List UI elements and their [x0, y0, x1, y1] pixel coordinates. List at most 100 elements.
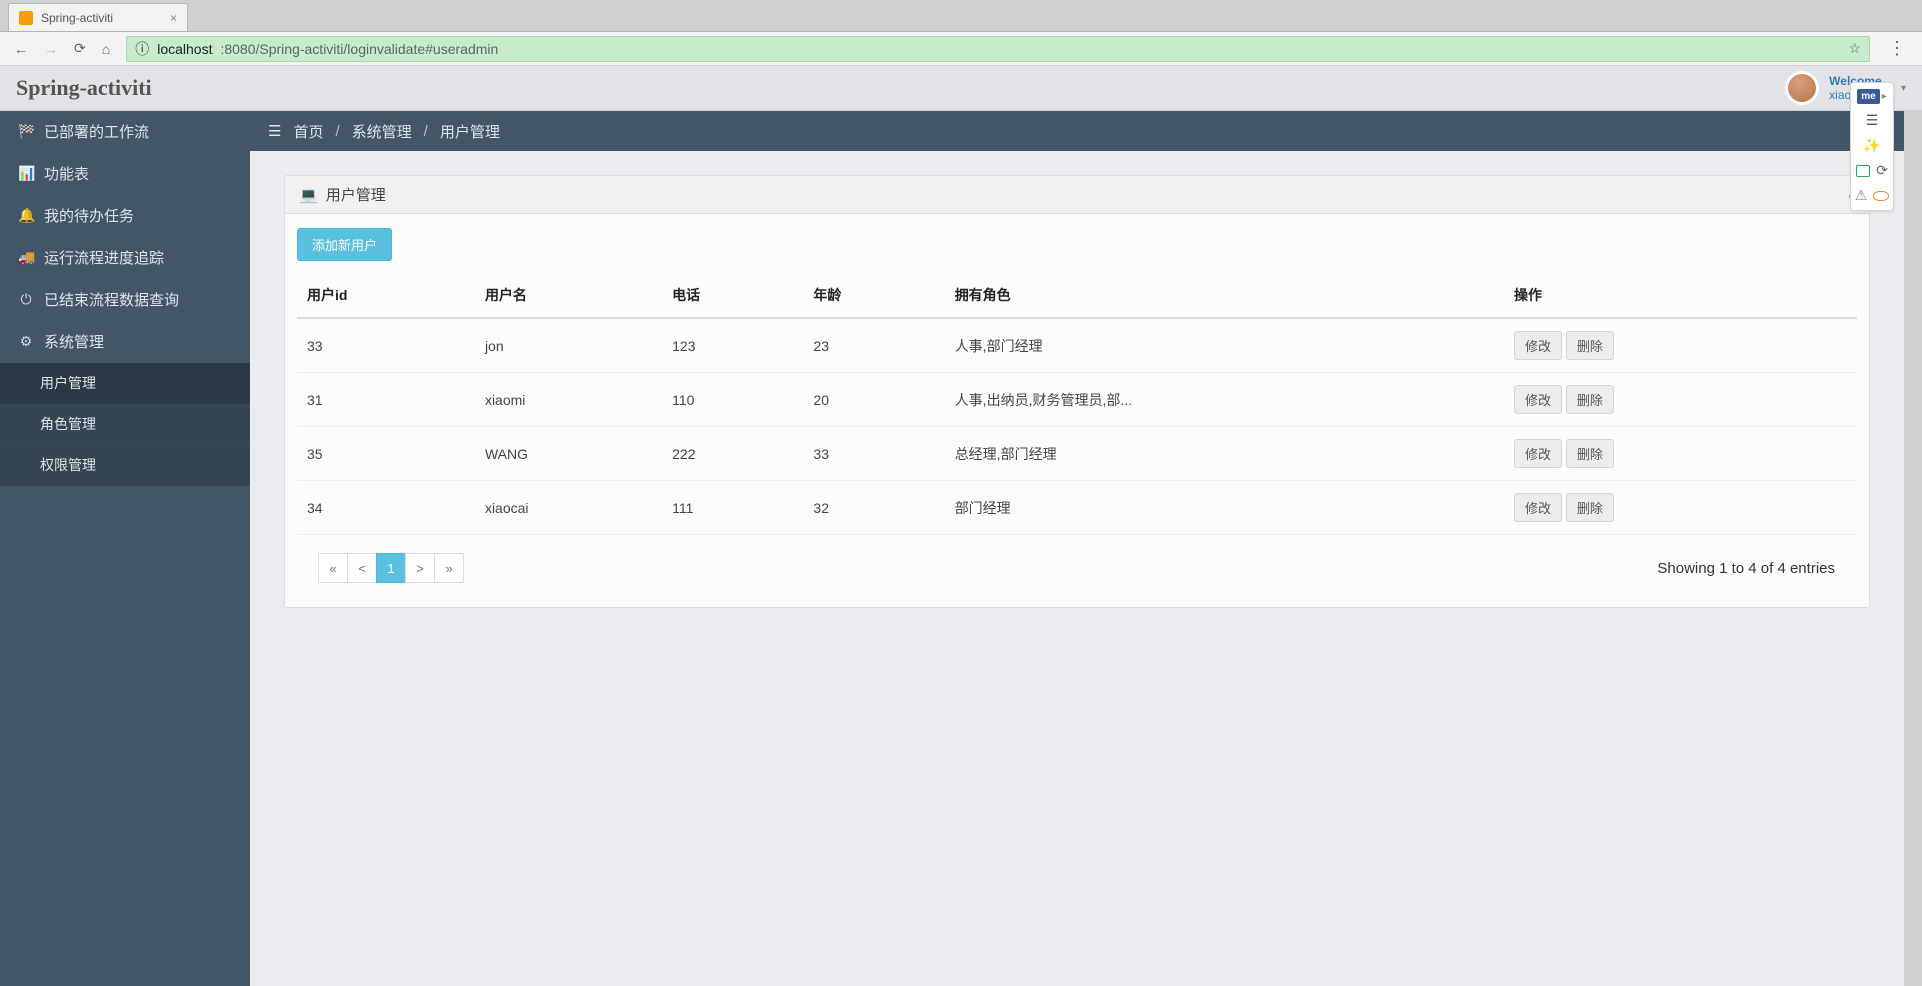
- cast-icon[interactable]: [1856, 165, 1870, 177]
- table-row: 34xiaocai11132部门经理修改 删除: [297, 481, 1857, 535]
- panel-title: 用户管理: [326, 184, 386, 205]
- chevron-right-icon: ▸: [1882, 91, 1887, 102]
- sidebar-item-my-tasks[interactable]: 🔔 我的待办任务: [0, 195, 250, 237]
- url-host: localhost: [157, 41, 212, 57]
- browser-tab[interactable]: Spring-activiti ×: [8, 3, 188, 31]
- nav-forward-icon[interactable]: [44, 41, 58, 57]
- col-header-phone: 电话: [662, 273, 803, 318]
- sidebar-item-deployed-workflows[interactable]: 🏁 已部署的工作流: [0, 111, 250, 153]
- address-bar[interactable]: localhost:8080/Spring-activiti/loginvali…: [126, 36, 1870, 62]
- entries-info: Showing 1 to 4 of 4 entries: [1657, 560, 1847, 577]
- site-info-icon[interactable]: [135, 39, 149, 59]
- col-header-roles: 拥有角色: [945, 273, 1504, 318]
- sidebar-sub-user-admin[interactable]: 用户管理: [0, 363, 250, 404]
- sidebar-sub-role-admin[interactable]: 角色管理: [0, 404, 250, 445]
- nav-back-icon[interactable]: [14, 41, 28, 57]
- cell-id: 35: [297, 427, 475, 481]
- page-first-button[interactable]: «: [318, 553, 348, 583]
- col-header-ops: 操作: [1504, 273, 1857, 318]
- cell-phone: 110: [662, 373, 803, 427]
- cell-roles: 人事,部门经理: [945, 318, 1504, 373]
- cell-id: 34: [297, 481, 475, 535]
- cell-age: 32: [803, 481, 944, 535]
- eye-icon[interactable]: [1873, 191, 1889, 201]
- refresh-icon[interactable]: ⟳: [1876, 162, 1888, 179]
- delete-row-button[interactable]: 删除: [1566, 439, 1614, 468]
- cell-ops: 修改 删除: [1504, 373, 1857, 427]
- breadcrumb-separator: /: [335, 123, 339, 140]
- sidebar-item-label: 系统管理: [44, 331, 104, 352]
- app-brand: Spring-activiti: [16, 75, 152, 101]
- breadcrumb-current: 用户管理: [440, 121, 500, 142]
- delete-row-button[interactable]: 删除: [1566, 331, 1614, 360]
- bookmark-star-icon[interactable]: [1848, 40, 1861, 57]
- page-last-button[interactable]: »: [434, 553, 464, 583]
- delete-row-button[interactable]: 删除: [1566, 493, 1614, 522]
- sidebar: 🏁 已部署的工作流 📊 功能表 🔔 我的待办任务 🚚 运行流程进度追踪 ⏻ 已结…: [0, 111, 250, 986]
- me-extension-icon[interactable]: me: [1857, 89, 1879, 104]
- col-header-age: 年龄: [803, 273, 944, 318]
- hamburger-icon[interactable]: ☰: [268, 122, 281, 140]
- warning-icon[interactable]: ⚠: [1855, 187, 1868, 204]
- cell-phone: 123: [662, 318, 803, 373]
- breadcrumb: ☰ 首页 / 系统管理 / 用户管理: [250, 111, 1904, 151]
- add-user-button[interactable]: 添加新用户: [297, 228, 392, 261]
- edit-row-button[interactable]: 修改: [1514, 493, 1562, 522]
- sidebar-item-label: 已结束流程数据查询: [44, 289, 179, 310]
- page-next-button[interactable]: >: [405, 553, 435, 583]
- page-prev-button[interactable]: <: [347, 553, 377, 583]
- table-row: 35WANG22233总经理,部门经理修改 删除: [297, 427, 1857, 481]
- cell-ops: 修改 删除: [1504, 318, 1857, 373]
- wand-icon[interactable]: ✨: [1863, 137, 1880, 154]
- sidebar-item-label: 功能表: [44, 163, 89, 184]
- breadcrumb-section[interactable]: 系统管理: [352, 121, 412, 142]
- sidebar-item-label: 我的待办任务: [44, 205, 134, 226]
- cell-id: 33: [297, 318, 475, 373]
- cell-name: WANG: [475, 427, 662, 481]
- user-admin-panel: 💻 用户管理 ˄ 添加新用户 用户id 用户名 电话: [284, 175, 1870, 608]
- table-row: 33jon12323人事,部门经理修改 删除: [297, 318, 1857, 373]
- sidebar-sub-label: 权限管理: [40, 455, 96, 475]
- sidebar-sub-label: 用户管理: [40, 373, 96, 393]
- cell-age: 20: [803, 373, 944, 427]
- close-tab-icon[interactable]: ×: [170, 11, 177, 25]
- sidebar-item-system-admin[interactable]: ⚙ 系统管理: [0, 321, 250, 363]
- nav-home-icon[interactable]: [102, 41, 110, 57]
- cell-id: 31: [297, 373, 475, 427]
- favicon-icon: [19, 11, 33, 25]
- menu-icon[interactable]: ☰: [1866, 112, 1879, 129]
- cell-name: jon: [475, 318, 662, 373]
- col-header-id: 用户id: [297, 273, 475, 318]
- cell-ops: 修改 删除: [1504, 481, 1857, 535]
- cell-roles: 部门经理: [945, 481, 1504, 535]
- pagination: « < 1 > »: [319, 553, 464, 583]
- sidebar-item-finished-processes[interactable]: ⏻ 已结束流程数据查询: [0, 279, 250, 321]
- dashboard-icon: 🏁: [18, 123, 34, 140]
- browser-tab-strip: Spring-activiti ×: [0, 0, 1922, 32]
- tab-title: Spring-activiti: [41, 11, 113, 25]
- browser-toolbar: localhost:8080/Spring-activiti/loginvali…: [0, 32, 1922, 66]
- cell-age: 33: [803, 427, 944, 481]
- app-header: Spring-activiti Welcome, xiaomi ▾: [0, 66, 1922, 111]
- sidebar-item-features[interactable]: 📊 功能表: [0, 153, 250, 195]
- sidebar-item-process-tracking[interactable]: 🚚 运行流程进度追踪: [0, 237, 250, 279]
- cell-phone: 222: [662, 427, 803, 481]
- bar-chart-icon: 📊: [18, 165, 34, 182]
- sidebar-sub-permission-admin[interactable]: 权限管理: [0, 445, 250, 486]
- page-number-button[interactable]: 1: [376, 553, 406, 583]
- col-header-name: 用户名: [475, 273, 662, 318]
- avatar: [1785, 71, 1819, 105]
- bell-icon: 🔔: [18, 207, 34, 224]
- browser-menu-icon[interactable]: ⋮: [1880, 38, 1914, 59]
- breadcrumb-home[interactable]: 首页: [293, 121, 323, 142]
- edit-row-button[interactable]: 修改: [1514, 439, 1562, 468]
- cell-name: xiaocai: [475, 481, 662, 535]
- cell-phone: 111: [662, 481, 803, 535]
- cell-roles: 总经理,部门经理: [945, 427, 1504, 481]
- cell-name: xiaomi: [475, 373, 662, 427]
- delete-row-button[interactable]: 删除: [1566, 385, 1614, 414]
- edit-row-button[interactable]: 修改: [1514, 385, 1562, 414]
- breadcrumb-separator: /: [424, 123, 428, 140]
- edit-row-button[interactable]: 修改: [1514, 331, 1562, 360]
- nav-reload-icon[interactable]: [74, 40, 86, 57]
